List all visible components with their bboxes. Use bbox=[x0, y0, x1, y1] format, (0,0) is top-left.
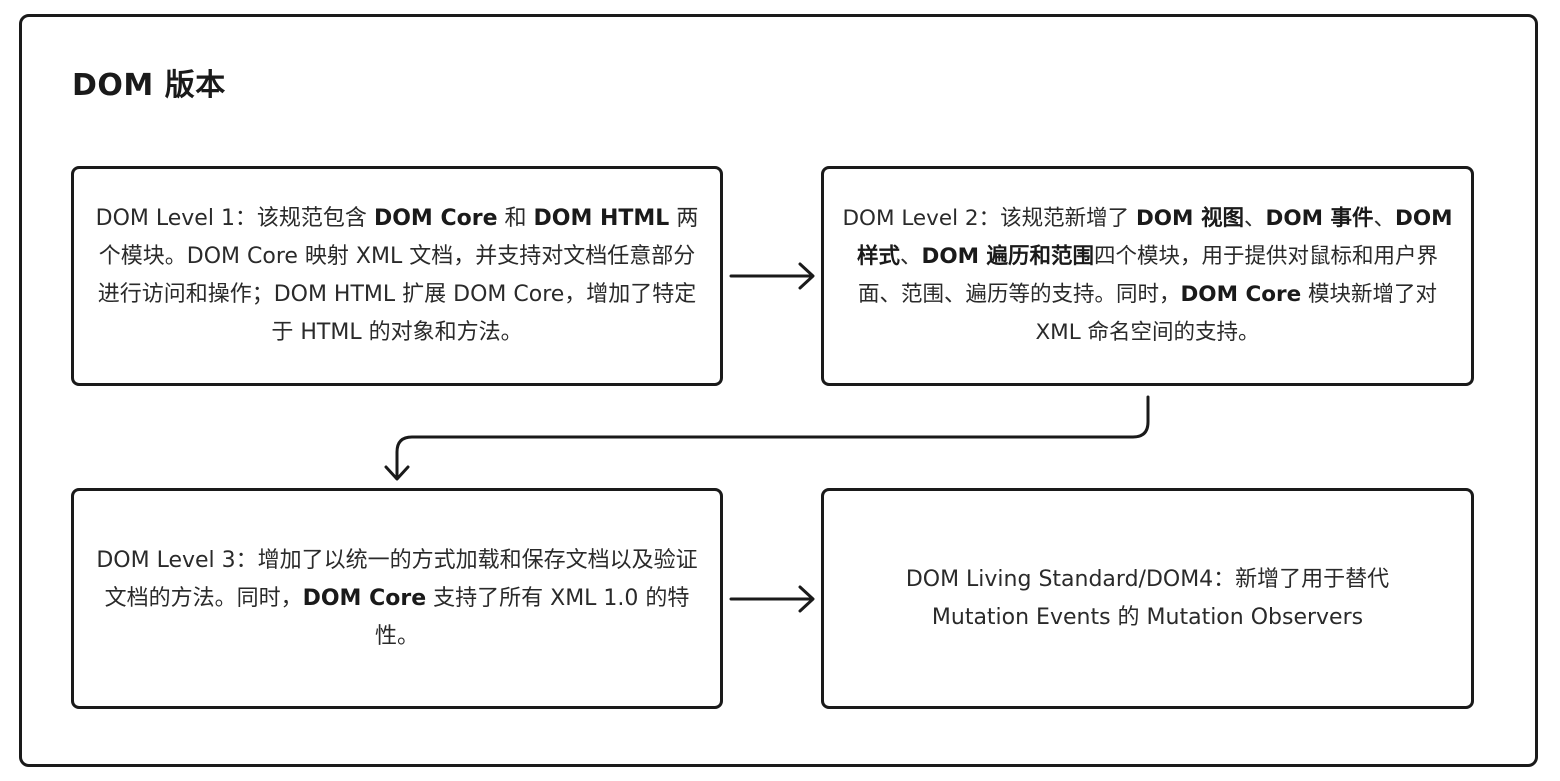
arrow-level2-to-level3 bbox=[384, 395, 1150, 481]
arrow-level3-to-living bbox=[729, 585, 815, 613]
arrow-level1-to-level2 bbox=[729, 262, 815, 290]
page: DOM 版本 DOM Level 1：该规范包含 DOM Core 和 DOM … bbox=[0, 0, 1560, 781]
connector-arrows bbox=[384, 262, 1150, 613]
